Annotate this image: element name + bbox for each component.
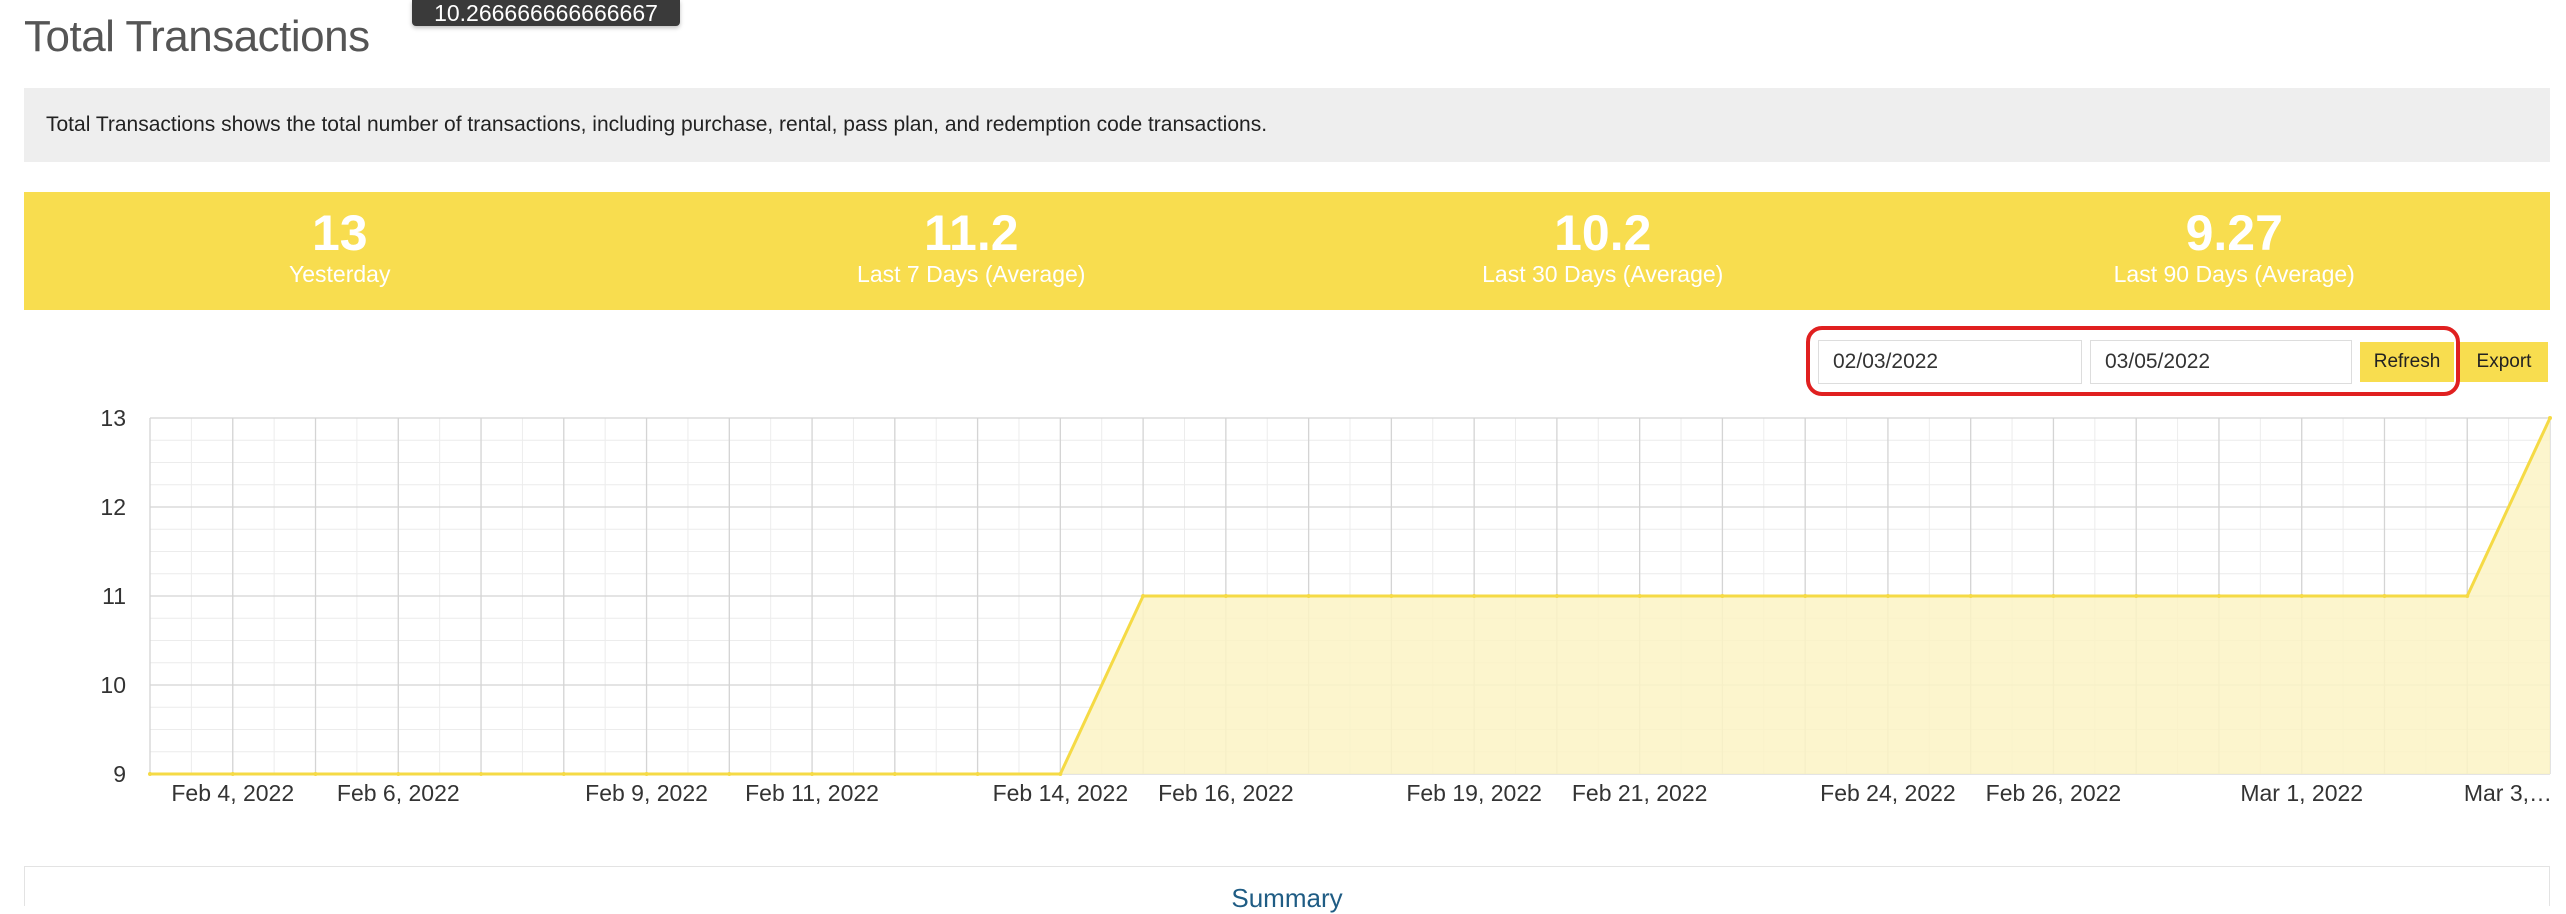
data-point — [1968, 594, 1973, 598]
page-title: Total Transactions — [24, 12, 370, 61]
stat-value: 13 — [311, 205, 368, 261]
y-tick-label: 11 — [102, 583, 126, 609]
x-tick-label: Feb 6, 2022 — [337, 780, 460, 806]
stat-value: 11.2 — [923, 205, 1019, 261]
x-tick-label: Mar 3,… — [2464, 780, 2552, 806]
data-point — [230, 772, 235, 776]
data-point — [1472, 594, 1477, 598]
data-point — [1554, 594, 1559, 598]
x-tick-label: Feb 24, 2022 — [1820, 780, 1956, 806]
data-point — [479, 772, 484, 776]
data-point — [892, 772, 897, 776]
data-point — [2382, 594, 2387, 598]
x-tick-label: Feb 11, 2022 — [745, 780, 879, 806]
data-point — [1803, 594, 1808, 598]
data-point — [396, 772, 401, 776]
stat-yesterday: 13 Yesterday — [24, 192, 656, 310]
y-tick-label: 13 — [100, 405, 126, 431]
data-point — [1058, 772, 1063, 776]
data-point — [2465, 594, 2470, 598]
data-point — [810, 772, 815, 776]
x-tick-label: Feb 4, 2022 — [171, 780, 294, 806]
data-point — [2548, 416, 2552, 420]
x-tick-label: Feb 16, 2022 — [1158, 780, 1294, 806]
x-tick-label: Mar 1, 2022 — [2240, 780, 2363, 806]
stat-last-7-days: 11.2 Last 7 Days (Average) — [656, 192, 1288, 310]
x-tick-label: Feb 26, 2022 — [1986, 780, 2122, 806]
stat-value: 10.2 — [1554, 205, 1652, 261]
refresh-button[interactable]: Refresh — [2360, 342, 2454, 382]
data-point — [1637, 594, 1642, 598]
x-tick-label: Feb 14, 2022 — [993, 780, 1129, 806]
stats-band: 13 Yesterday 11.2 Last 7 Days (Average) … — [24, 192, 2550, 310]
transactions-chart[interactable]: 9 10 11 12 13 Feb 4, 2022 Feb 6, 2022 Feb 9, 20… — [0, 400, 2566, 820]
data-point — [1306, 594, 1311, 598]
x-tick-label: Feb 21, 2022 — [1572, 780, 1708, 806]
start-date-input[interactable] — [1818, 340, 2082, 384]
y-tick-label: 9 — [113, 761, 126, 787]
end-date-input[interactable] — [2090, 340, 2352, 384]
description-panel: Total Transactions shows the total numbe… — [24, 88, 2550, 162]
stat-last-30-days: 10.2 Last 30 Days (Average) — [1287, 192, 1919, 310]
data-point — [1223, 594, 1228, 598]
stat-value: 9.27 — [2185, 205, 2283, 261]
stat-last-90-days: 9.27 Last 90 Days (Average) — [1919, 192, 2551, 310]
stat-label: Yesterday — [289, 261, 391, 287]
stat-label: Last 7 Days (Average) — [857, 261, 1086, 287]
data-point — [2051, 594, 2056, 598]
data-point — [561, 772, 566, 776]
y-tick-label: 10 — [100, 672, 126, 698]
data-point — [1885, 594, 1890, 598]
export-button[interactable]: Export — [2460, 342, 2548, 382]
description-text: Total Transactions shows the total numbe… — [46, 113, 1268, 136]
summary-title[interactable]: Summary — [1231, 883, 1342, 913]
data-point — [727, 772, 732, 776]
data-point — [313, 772, 318, 776]
data-point — [148, 772, 152, 776]
data-point — [1389, 594, 1394, 598]
summary-panel: Summary — [24, 866, 2550, 913]
data-point — [1141, 594, 1146, 598]
data-point — [2134, 594, 2139, 598]
data-point — [1720, 594, 1725, 598]
data-point — [2299, 594, 2304, 598]
data-point — [2216, 594, 2221, 598]
data-point — [644, 772, 649, 776]
stat-label: Last 30 Days (Average) — [1482, 261, 1724, 287]
x-tick-label: Feb 19, 2022 — [1406, 780, 1542, 806]
chart-tooltip: 10.266666666666667 — [412, 0, 680, 26]
stat-label: Last 90 Days (Average) — [2113, 261, 2355, 287]
y-tick-label: 12 — [100, 494, 126, 520]
x-tick-label: Feb 9, 2022 — [585, 780, 708, 806]
data-point — [975, 772, 980, 776]
